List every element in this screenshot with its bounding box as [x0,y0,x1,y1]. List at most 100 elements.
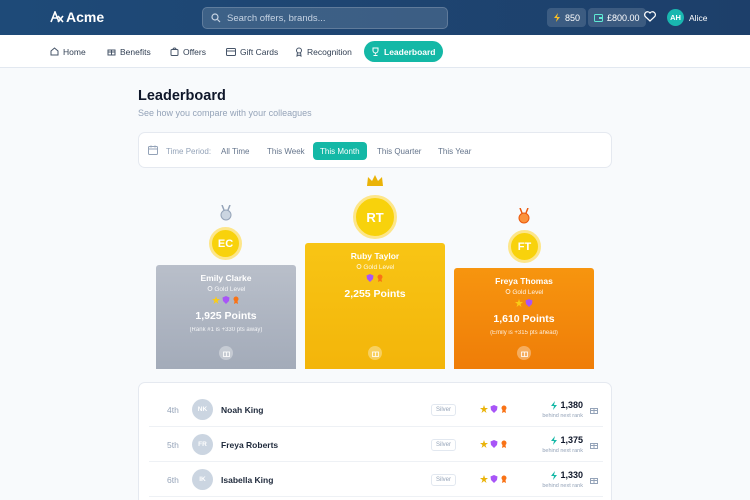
award-icon [207,286,212,291]
table-row[interactable]: 4th NK Noah King Silver 1,380 behind nex… [149,392,603,427]
lightning-icon [550,470,557,480]
filter-label: Time Period: [166,147,212,156]
lightning-icon [550,435,557,445]
search-icon [211,13,221,23]
acme-logo-icon [50,11,64,23]
podium-third-gift[interactable] [517,346,531,360]
wallet-icon [594,13,603,22]
gift-icon [222,351,230,357]
award-icon [505,289,510,294]
user-avatar[interactable]: AH [667,9,684,26]
row-points: 1,330 [560,470,583,480]
nav-home[interactable]: Home [43,41,93,62]
row-points: 1,380 [560,400,583,410]
filter-this-year[interactable]: This Year [431,142,478,160]
avatar-first[interactable]: RT [353,195,397,239]
podium-first-name: Ruby Taylor [350,251,400,261]
search-box[interactable] [202,7,448,29]
podium-first[interactable]: Ruby Taylor Gold Level 2,255 Points [305,243,445,369]
row-points: 1,375 [560,435,583,445]
bronze-medal-icon [518,208,530,224]
podium-second-name: Emily Clarke [200,273,252,283]
avatar-third[interactable]: FT [508,230,541,263]
avatar: FR [192,434,213,455]
wallet-balance[interactable]: £800.00 [588,8,646,27]
trophy-icon [372,47,379,56]
avatar-second[interactable]: EC [209,227,242,260]
gift-icon [520,351,528,357]
podium-second-gift[interactable] [219,346,233,360]
row-name: Noah King [221,405,264,415]
page-subtitle: See how you compare with your colleagues [138,108,312,118]
row-badges [480,405,508,413]
podium-first-gift[interactable] [368,346,382,360]
tier-badge: Silver [431,474,457,486]
podium-second-points: 1,925 Points [195,310,257,322]
nav-gift-cards[interactable]: Gift Cards [219,41,285,62]
award-icon [296,47,302,57]
lightning-icon [554,13,560,22]
card-icon [226,47,236,56]
avatar: NK [192,399,213,420]
time-period-filter: Time Period: All Time This Week This Mon… [138,132,612,168]
brand-logo[interactable]: Acme [50,9,104,25]
podium-second[interactable]: Emily Clarke Gold Level 1,925 Points (Ra… [156,265,296,369]
user-name[interactable]: Alice [689,13,707,23]
row-name: Freya Roberts [221,440,279,450]
row-rank: 6th [167,475,179,485]
star-badge-icon [480,405,488,413]
podium-third[interactable]: Freya Thomas Gold Level 1,610 Points (Em… [454,268,594,369]
ribbon-badge-icon [501,405,507,413]
row-points-note: behind next rank [542,483,583,489]
row-rank: 4th [167,405,179,415]
shield-badge-icon [525,299,533,307]
gift-icon[interactable] [590,476,598,484]
podium-second-note: (Rank #1 is +330 pts away) [189,327,263,333]
ribbon-badge-icon [377,274,383,282]
lightning-icon [550,400,557,410]
avatar: IK [192,469,213,490]
star-badge-icon [480,475,488,483]
nav-offers[interactable]: Offers [163,41,213,62]
main-nav: Home Benefits Offers Gift Cards Recognit… [0,35,750,68]
points-balance[interactable]: 850 [547,8,587,27]
podium-third-points: 1,610 Points [493,313,555,325]
gift-icon [371,351,379,357]
gift-icon[interactable] [590,406,598,414]
table-row[interactable]: 6th IK Isabella King Silver 1,330 behind… [149,462,603,497]
filter-all-time[interactable]: All Time [214,142,256,160]
shield-badge-icon [366,274,374,282]
table-row[interactable]: 5th FR Freya Roberts Silver 1,375 behind… [149,427,603,462]
shield-badge-icon [222,296,230,304]
gift-icon [107,49,116,56]
row-badges [480,440,508,448]
star-badge-icon [515,299,523,307]
search-input[interactable] [227,12,427,24]
ribbon-badge-icon [501,475,507,483]
podium-second-level: Gold Level [214,286,246,293]
top-bar: Acme 850 £800.00 AH Alice [0,0,750,35]
star-badge-icon [480,440,488,448]
nav-leaderboard[interactable]: Leaderboard [364,41,443,62]
nav-recognition[interactable]: Recognition [288,41,359,62]
podium-first-badges [305,274,445,282]
podium-third-badges [454,299,594,307]
filter-this-month[interactable]: This Month [313,142,367,160]
nav-benefits[interactable]: Benefits [100,41,158,62]
heart-icon[interactable] [644,11,656,22]
shield-badge-icon [490,475,498,483]
podium-first-level: Gold Level [363,264,395,271]
calendar-icon [148,145,158,155]
shield-badge-icon [490,405,498,413]
filter-this-quarter[interactable]: This Quarter [370,142,428,160]
gift-icon[interactable] [590,441,598,449]
home-icon [50,47,59,56]
ribbon-badge-icon [501,440,507,448]
filter-this-week[interactable]: This Week [260,142,312,160]
shopping-bag-icon [170,47,179,56]
silver-medal-icon [220,205,232,221]
tier-badge: Silver [431,404,457,416]
crown-icon [367,175,383,186]
tier-badge: Silver [431,439,457,451]
page-title: Leaderboard [138,88,226,104]
